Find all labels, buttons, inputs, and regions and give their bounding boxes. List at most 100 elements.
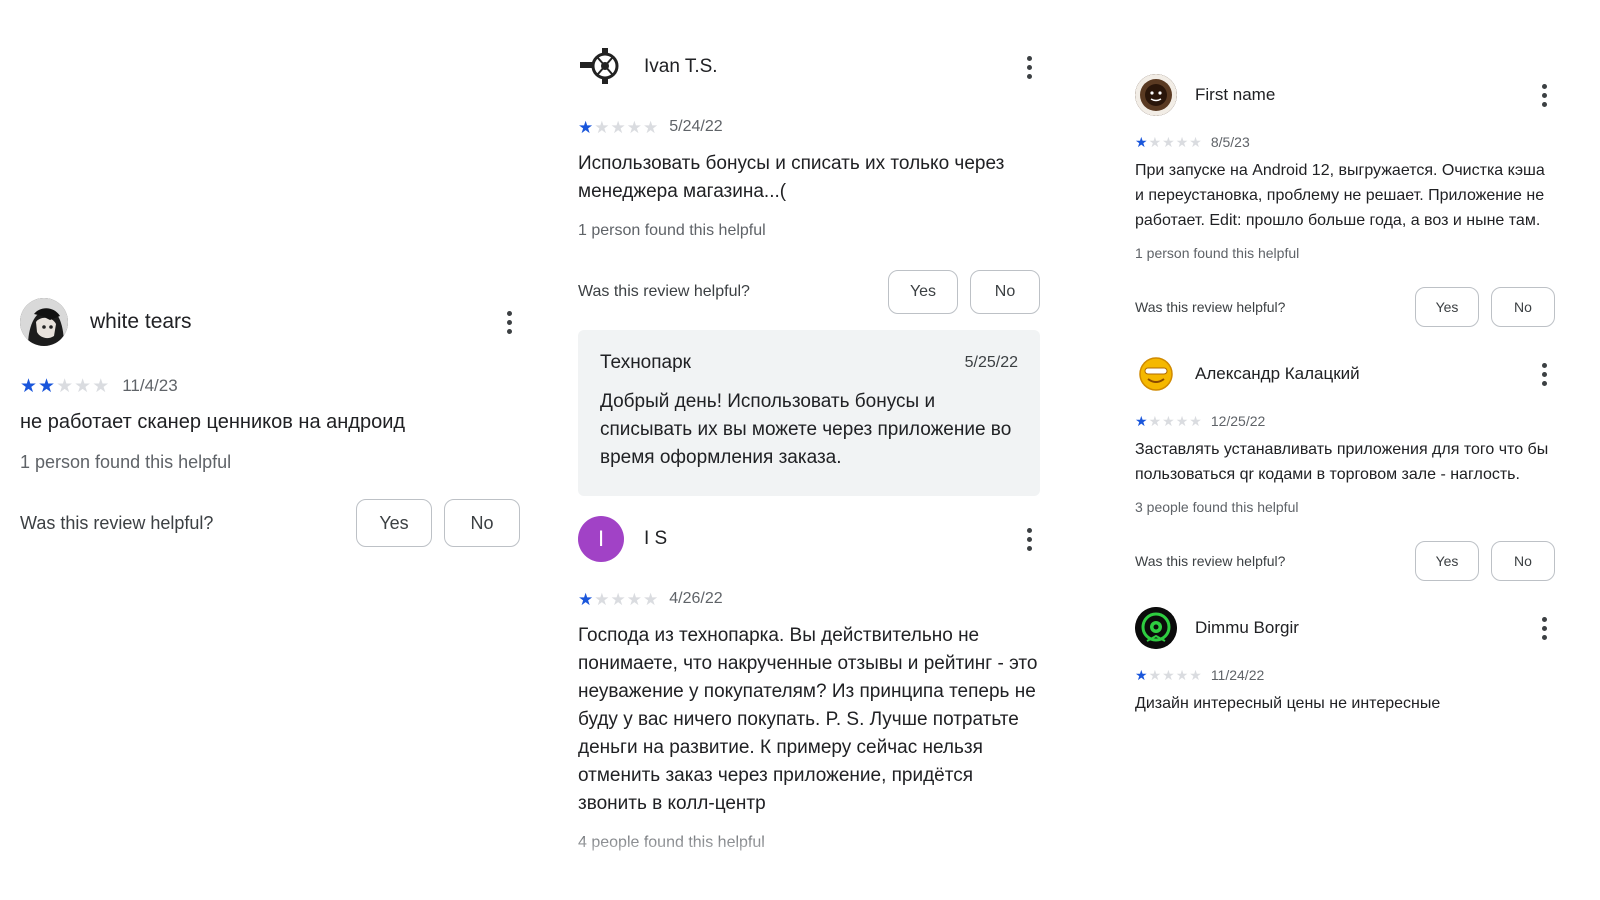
yes-button[interactable]: Yes (356, 499, 432, 547)
more-options-icon[interactable] (1534, 78, 1555, 113)
review-column-3: First name ★ ★ ★ ★ ★ 8/5/23 При запуске на A… (1135, 74, 1555, 716)
star-empty-icon: ★ (1148, 413, 1162, 429)
star-filled-icon: ★ (578, 117, 594, 137)
developer-name: Технопарк (600, 352, 691, 373)
avatar[interactable] (20, 298, 68, 346)
star-empty-icon: ★ (56, 375, 74, 397)
rating-row: ★ ★ ★ ★ ★ 5/24/22 (578, 118, 1040, 136)
star-filled-icon: ★ (20, 375, 38, 397)
star-rating: ★ ★ ★ ★ ★ (1135, 135, 1203, 149)
reply-date: 5/25/22 (964, 354, 1018, 371)
star-rating: ★ ★ ★ ★ ★ (20, 377, 110, 396)
star-filled-icon: ★ (1135, 134, 1148, 150)
star-empty-icon: ★ (626, 589, 642, 609)
yes-button[interactable]: Yes (888, 270, 958, 314)
reviewer-name: Ivan T.S. (644, 56, 718, 77)
helpful-question: Was this review helpful? (20, 512, 214, 533)
helpful-prompt-row: Was this review helpful? Yes No (1135, 287, 1555, 327)
star-filled-icon: ★ (578, 589, 594, 609)
star-empty-icon: ★ (1148, 134, 1162, 150)
star-empty-icon: ★ (1175, 667, 1189, 683)
more-options-icon[interactable] (499, 305, 520, 340)
star-empty-icon: ★ (1189, 667, 1202, 683)
star-empty-icon: ★ (1162, 134, 1175, 150)
avatar[interactable] (1135, 353, 1177, 395)
helpful-prompt-row: Was this review helpful? Yes No (1135, 541, 1555, 581)
no-button[interactable]: No (1491, 287, 1555, 327)
star-empty-icon: ★ (610, 117, 626, 137)
smiley-face-avatar-icon (1139, 357, 1173, 391)
review-text: Заставлять устанавливать приложения для … (1135, 441, 1549, 483)
rating-row: ★ ★ ★ ★ ★ 8/5/23 (1135, 134, 1555, 150)
review-date: 11/4/23 (122, 376, 178, 395)
rating-row: ★ ★ ★ ★ ★ 4/26/22 (578, 590, 1040, 608)
helpful-question: Was this review helpful? (1135, 299, 1286, 315)
star-empty-icon: ★ (594, 117, 610, 137)
review-date: 8/5/23 (1210, 134, 1250, 150)
review-date: 5/24/22 (669, 118, 723, 135)
star-rating: ★ ★ ★ ★ ★ (578, 119, 659, 136)
reviewer-name: First name (1195, 85, 1276, 104)
more-options-icon[interactable] (1019, 522, 1040, 557)
helpful-buttons: Yes No (1415, 541, 1555, 581)
star-rating: ★ ★ ★ ★ ★ (1135, 668, 1203, 682)
rating-row: ★ ★ ★ ★ ★ 11/4/23 (20, 376, 520, 396)
helpful-question: Was this review helpful? (1135, 553, 1286, 569)
helpful-buttons: Yes No (1415, 287, 1555, 327)
star-rating: ★ ★ ★ ★ ★ (1135, 414, 1203, 428)
review-text: Использовать бонусы и списать их только … (578, 153, 1005, 202)
avatar[interactable]: I (578, 516, 624, 562)
helpful-question: Was this review helpful? (578, 283, 750, 300)
reviewer-name: I S (644, 528, 668, 549)
rating-row: ★ ★ ★ ★ ★ 12/25/22 (1135, 413, 1555, 429)
helpful-count: 1 person found this helpful (1135, 245, 1300, 261)
review-header: Александр Калацкий (1135, 353, 1555, 395)
avatar[interactable] (1135, 607, 1177, 649)
review-card: Ivan T.S. ★ ★ ★ ★ ★ 5/24/22 Использовать бон… (578, 44, 1040, 496)
review-card: white tears ★ ★ ★ ★ ★ 11/4/23 не работает ск… (20, 298, 520, 547)
review-card: Александр Калацкий ★ ★ ★ ★ ★ 12/25/22 Застав… (1135, 353, 1555, 581)
star-filled-icon: ★ (38, 375, 56, 397)
star-empty-icon: ★ (1175, 413, 1189, 429)
more-options-icon[interactable] (1534, 611, 1555, 646)
green-emblem-avatar-icon (1135, 607, 1177, 649)
review-text: При запуске на Android 12, выгружается. … (1135, 162, 1545, 229)
star-empty-icon: ★ (1148, 667, 1162, 683)
reply-text: Добрый день! Использовать бонусы и списы… (600, 391, 1012, 468)
reviewer-name: Александр Калацкий (1195, 364, 1360, 383)
star-empty-icon: ★ (610, 589, 626, 609)
star-empty-icon: ★ (1162, 667, 1175, 683)
more-options-icon[interactable] (1534, 357, 1555, 392)
avatar[interactable] (578, 44, 624, 90)
reply-header: Технопарк 5/25/22 (600, 352, 1018, 374)
reviewer-name: Dimmu Borgir (1195, 618, 1299, 637)
review-card: First name ★ ★ ★ ★ ★ 8/5/23 При запуске на A… (1135, 74, 1555, 327)
avatar-letter: I (597, 526, 605, 551)
star-filled-icon: ★ (1135, 413, 1148, 429)
yes-button[interactable]: Yes (1415, 287, 1479, 327)
star-empty-icon: ★ (1189, 134, 1202, 150)
review-column-2: Ivan T.S. ★ ★ ★ ★ ★ 5/24/22 Использовать бон… (578, 44, 1040, 852)
helpful-count: 1 person found this helpful (578, 222, 766, 239)
review-date: 4/26/22 (669, 590, 723, 607)
star-empty-icon: ★ (643, 117, 659, 137)
star-empty-icon: ★ (643, 589, 659, 609)
more-options-icon[interactable] (1019, 50, 1040, 85)
review-header: First name (1135, 74, 1555, 116)
review-card: I I S ★ ★ ★ ★ ★ 4/26/22 Господа из технопарк… (578, 516, 1040, 852)
avatar[interactable] (1135, 74, 1177, 116)
helpful-count: 4 people found this helpful (578, 834, 765, 851)
helpful-buttons: Yes No (888, 270, 1040, 314)
star-empty-icon: ★ (74, 375, 92, 397)
helpful-count: 1 person found this helpful (20, 452, 232, 472)
reviewer-name: white tears (90, 310, 192, 333)
helpful-prompt-row: Was this review helpful? Yes No (20, 499, 520, 547)
coffee-cup-avatar-icon (1135, 74, 1177, 116)
star-empty-icon: ★ (1162, 413, 1175, 429)
helpful-buttons: Yes No (356, 499, 520, 547)
no-button[interactable]: No (444, 499, 520, 547)
no-button[interactable]: No (970, 270, 1040, 314)
no-button[interactable]: No (1491, 541, 1555, 581)
yes-button[interactable]: Yes (1415, 541, 1479, 581)
star-empty-icon: ★ (1189, 413, 1202, 429)
